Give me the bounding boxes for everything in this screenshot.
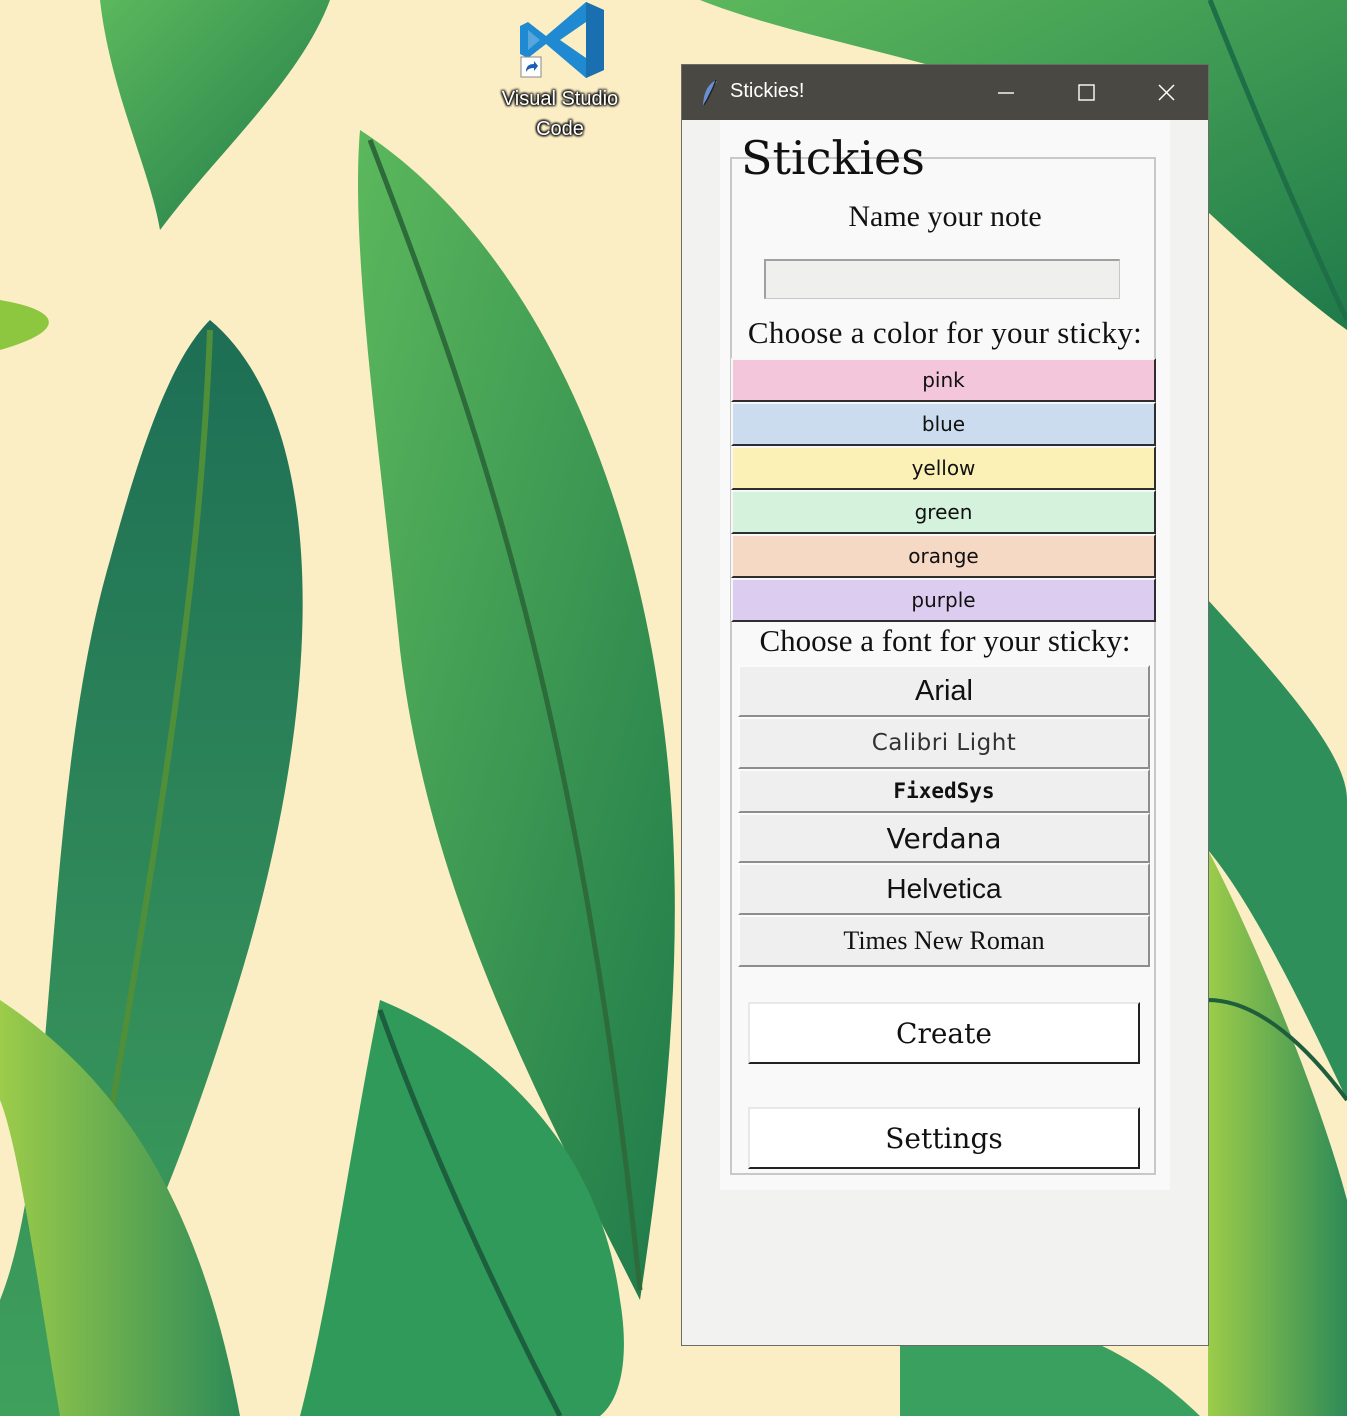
desktop-icon-label: Visual Studio Code xyxy=(501,88,619,140)
feather-icon xyxy=(703,79,717,106)
font-button-label: Verdana xyxy=(886,821,1002,855)
font-button-label: FixedSys xyxy=(893,779,995,803)
font-button-calibri-light[interactable]: Calibri Light xyxy=(738,717,1150,769)
color-button-label: green xyxy=(914,500,973,524)
name-label: Name your note xyxy=(848,200,1042,233)
window-title: Stickies! xyxy=(730,80,805,102)
color-button-label: orange xyxy=(908,544,979,568)
stickies-window: Stickies! Stickies Name your note Choose… xyxy=(682,65,1208,1345)
create-button-label: Create xyxy=(896,1016,992,1050)
minimize-icon xyxy=(998,92,1014,94)
maximize-icon xyxy=(1078,84,1095,101)
font-button-helvetica[interactable]: Helvetica xyxy=(738,863,1150,915)
color-button-blue[interactable]: blue xyxy=(731,402,1156,446)
minimize-button[interactable] xyxy=(966,65,1046,120)
font-button-fixedsys[interactable]: FixedSys xyxy=(738,769,1150,813)
color-button-orange[interactable]: orange xyxy=(731,534,1156,578)
close-icon xyxy=(1158,84,1175,101)
close-button[interactable] xyxy=(1126,65,1206,120)
font-button-times-new-roman[interactable]: Times New Roman xyxy=(738,915,1150,967)
font-button-label: Calibri Light xyxy=(871,730,1017,756)
color-button-pink[interactable]: pink xyxy=(731,358,1156,402)
settings-button-label: Settings xyxy=(885,1121,1003,1155)
note-name-input[interactable] xyxy=(764,259,1120,299)
settings-button[interactable]: Settings xyxy=(748,1107,1140,1169)
color-button-purple[interactable]: purple xyxy=(731,578,1156,622)
font-label: Choose a font for your sticky: xyxy=(759,623,1131,658)
color-button-label: purple xyxy=(911,588,976,612)
frame-title: Stickies xyxy=(741,131,925,185)
create-button[interactable]: Create xyxy=(748,1002,1140,1064)
desktop-icon-vscode[interactable]: Visual Studio Code xyxy=(490,0,630,144)
font-button-arial[interactable]: Arial xyxy=(738,665,1150,717)
shortcut-arrow-icon xyxy=(520,56,542,78)
color-button-label: pink xyxy=(922,368,965,392)
font-button-verdana[interactable]: Verdana xyxy=(738,813,1150,863)
color-button-yellow[interactable]: yellow xyxy=(731,446,1156,490)
color-label: Choose a color for your sticky: xyxy=(747,315,1143,350)
maximize-button[interactable] xyxy=(1046,65,1126,120)
color-button-green[interactable]: green xyxy=(731,490,1156,534)
font-button-label: Arial xyxy=(914,674,973,707)
color-button-label: blue xyxy=(921,412,966,436)
font-button-label: Helvetica xyxy=(886,873,1002,904)
title-bar[interactable]: Stickies! xyxy=(682,65,1208,120)
font-button-label: Times New Roman xyxy=(843,926,1045,955)
color-button-label: yellow xyxy=(911,456,976,480)
